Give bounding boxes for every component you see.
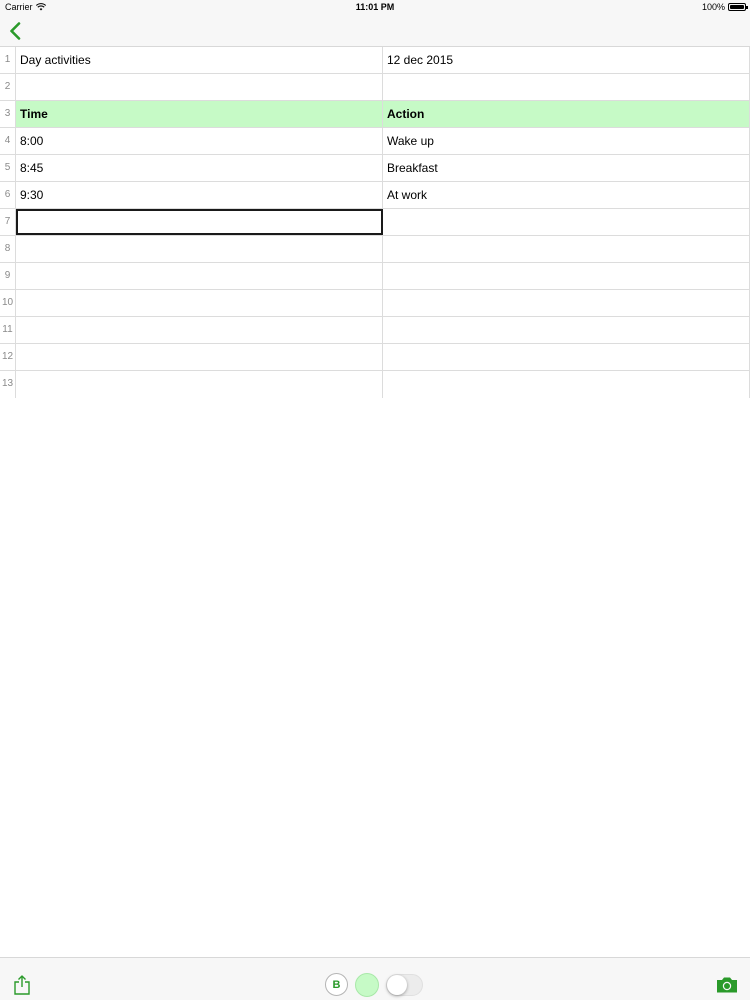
battery-percent: 100% — [701, 2, 725, 12]
selected-cell[interactable] — [16, 209, 383, 235]
grid-cell[interactable] — [16, 290, 383, 316]
grid-row: 1 Day activities 12 dec 2015 — [0, 47, 750, 74]
bold-button[interactable]: B — [325, 973, 348, 996]
row-number[interactable]: 4 — [0, 128, 16, 154]
grid-row: 11 — [0, 317, 750, 344]
grid-row: 6 9:30 At work — [0, 182, 750, 209]
grid-row: 13 — [0, 371, 750, 398]
status-bar: Carrier 11:01 PM 100% — [0, 0, 750, 16]
share-icon — [14, 975, 30, 995]
row-number[interactable]: 9 — [0, 263, 16, 289]
row-number[interactable]: 12 — [0, 344, 16, 370]
grid-row: 10 — [0, 290, 750, 317]
grid-row: 5 8:45 Breakfast — [0, 155, 750, 182]
camera-icon — [717, 977, 737, 993]
row-number[interactable]: 5 — [0, 155, 16, 181]
grid-cell[interactable] — [383, 74, 750, 100]
grid-row: 4 8:00 Wake up — [0, 128, 750, 155]
grid-cell[interactable]: Time — [16, 101, 383, 127]
bold-button-label: B — [332, 978, 341, 991]
grid-row: 12 — [0, 344, 750, 371]
grid-cell[interactable]: 8:45 — [16, 155, 383, 181]
grid-cell[interactable] — [383, 290, 750, 316]
grid-cell[interactable] — [16, 74, 383, 100]
grid-cell[interactable]: Action — [383, 101, 750, 127]
back-button[interactable] — [6, 20, 24, 42]
row-number[interactable]: 11 — [0, 317, 16, 343]
grid-cell[interactable]: Breakfast — [383, 155, 750, 181]
grid-cell[interactable] — [16, 236, 383, 262]
grid-cell[interactable] — [383, 209, 750, 235]
spreadsheet-grid: 1 Day activities 12 dec 2015 2 3 Time Action 4 8… — [0, 47, 750, 398]
grid-row: 2 — [0, 74, 750, 101]
row-number[interactable]: 6 — [0, 182, 16, 208]
grid-cell[interactable] — [383, 317, 750, 343]
grid-cell[interactable]: 9:30 — [16, 182, 383, 208]
row-number[interactable]: 13 — [0, 371, 16, 398]
grid-row: 7 — [0, 209, 750, 236]
status-time: 11:01 PM — [355, 2, 395, 12]
row-number[interactable]: 7 — [0, 209, 16, 235]
row-number[interactable]: 1 — [0, 47, 16, 73]
battery-icon — [728, 3, 748, 11]
row-number[interactable]: 3 — [0, 101, 16, 127]
bottom-toolbar: B — [0, 957, 750, 1000]
grid-cell[interactable] — [383, 263, 750, 289]
grid-cell[interactable] — [383, 236, 750, 262]
grid-cell[interactable]: At work — [383, 182, 750, 208]
battery-fill — [730, 5, 744, 9]
grid-cell[interactable] — [383, 344, 750, 370]
format-toggle[interactable] — [386, 974, 423, 996]
grid-row: 9 — [0, 263, 750, 290]
status-right: 100% — [701, 2, 748, 12]
share-button[interactable] — [11, 974, 33, 996]
chevron-left-icon — [10, 22, 21, 40]
row-number[interactable]: 8 — [0, 236, 16, 262]
grid-cell[interactable] — [16, 371, 383, 398]
row-number[interactable]: 2 — [0, 74, 16, 100]
camera-button[interactable] — [716, 976, 738, 994]
row-number[interactable]: 10 — [0, 290, 16, 316]
grid-row: 3 Time Action — [0, 101, 750, 128]
fill-color-button[interactable] — [355, 973, 379, 997]
grid-cell[interactable]: 8:00 — [16, 128, 383, 154]
grid-cell[interactable] — [16, 344, 383, 370]
grid-cell[interactable] — [383, 371, 750, 398]
grid-row: 8 — [0, 236, 750, 263]
toggle-knob — [387, 975, 407, 995]
nav-bar — [0, 16, 750, 47]
grid-cell[interactable] — [16, 263, 383, 289]
grid-cell[interactable]: Day activities — [16, 47, 383, 73]
grid-cell[interactable] — [16, 317, 383, 343]
grid-cell[interactable]: Wake up — [383, 128, 750, 154]
grid-cell[interactable]: 12 dec 2015 — [383, 47, 750, 73]
